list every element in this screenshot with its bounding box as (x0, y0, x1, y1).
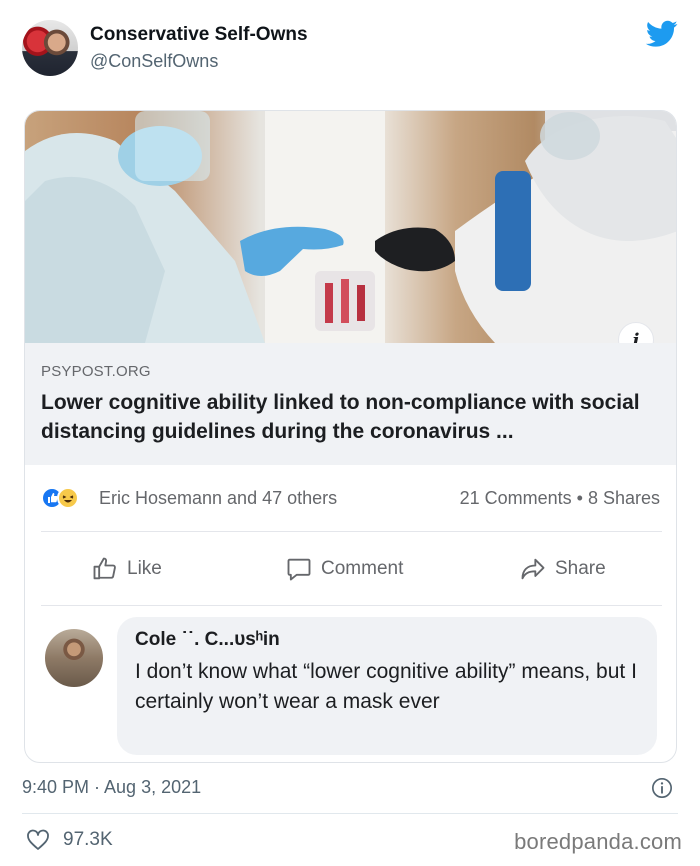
link-title[interactable]: Lower cognitive ability linked to non-co… (41, 388, 662, 446)
commenter-avatar[interactable] (43, 627, 105, 689)
tweet-timestamp[interactable]: 9:40 PM · Aug 3, 2021 (22, 777, 201, 798)
tweet-header: Conservative Self-Owns @ConSelfOwns (22, 20, 682, 82)
share-label: Share (555, 558, 606, 579)
heart-icon[interactable] (26, 829, 50, 851)
share-arrow-icon (521, 558, 545, 580)
link-preview-meta[interactable]: PSYPOST.ORG Lower cognitive ability link… (25, 343, 676, 465)
comment-text: I don’t know what “lower cognitive abili… (135, 660, 637, 713)
like-count[interactable]: 97.3K (63, 829, 113, 851)
link-domain: PSYPOST.ORG (41, 363, 151, 380)
divider (41, 531, 662, 532)
comment-bubble[interactable]: Cole ˙˙. C...ᴜsʰin I don’t know what “lo… (117, 617, 657, 755)
post-actions: Like Comment Share (25, 549, 676, 589)
medical-workers-photo (25, 111, 676, 343)
comment-share-counts[interactable]: 21 Comments • 8 Shares (460, 488, 660, 509)
reaction-icons (41, 487, 95, 509)
comment-button[interactable]: Comment (285, 553, 403, 585)
watermark: boredpanda.com (514, 829, 682, 854)
profile-avatar[interactable] (22, 20, 78, 76)
reactions-summary[interactable]: Eric Hosemann and 47 others 21 Comments … (25, 483, 676, 513)
like-label: Like (127, 558, 162, 579)
divider (41, 605, 662, 606)
comment-author[interactable]: Cole ˙˙. C...ᴜsʰin (135, 629, 639, 651)
thumbs-up-icon (93, 557, 116, 580)
haha-reaction-icon (57, 487, 79, 509)
reaction-names[interactable]: Eric Hosemann and 47 others (99, 488, 337, 509)
like-button[interactable]: Like (91, 553, 162, 585)
twitter-bird-icon[interactable] (646, 20, 678, 48)
embedded-facebook-post[interactable]: i PSYPOST.ORG Lower cognitive ability li… (24, 110, 677, 763)
info-icon[interactable] (651, 777, 673, 799)
display-name[interactable]: Conservative Self-Owns (90, 24, 308, 46)
comment: Cole ˙˙. C...ᴜsʰin I don’t know what “lo… (25, 617, 676, 762)
comment-label: Comment (321, 558, 404, 579)
footer-divider (22, 813, 678, 814)
user-handle[interactable]: @ConSelfOwns (90, 51, 218, 72)
link-preview-image[interactable] (25, 111, 676, 343)
share-button[interactable]: Share (519, 553, 606, 585)
speech-bubble-icon (287, 558, 311, 581)
